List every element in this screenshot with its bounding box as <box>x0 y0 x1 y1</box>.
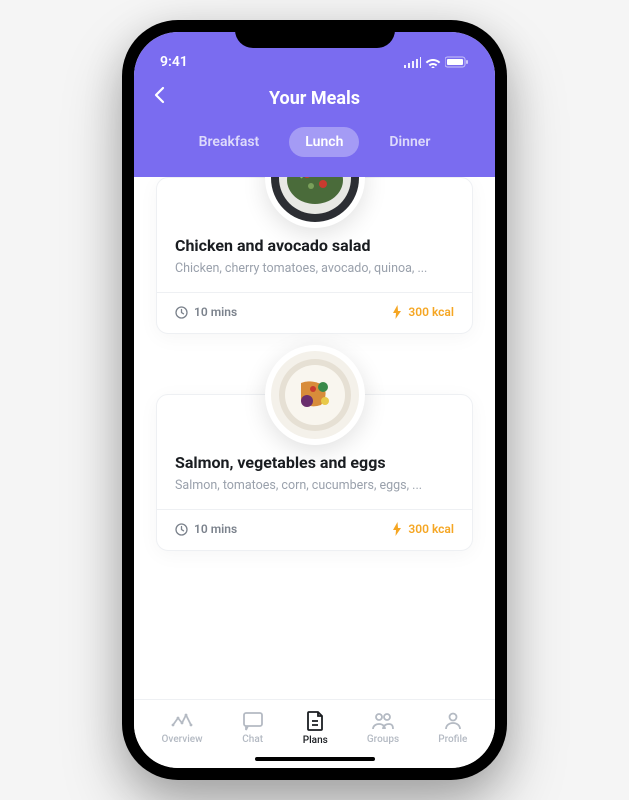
meal-photo-frame <box>265 345 365 445</box>
nav-plans[interactable]: Plans <box>303 710 328 746</box>
overview-icon <box>171 711 193 731</box>
nav-label: Plans <box>303 735 328 746</box>
clock-icon <box>175 523 188 536</box>
battery-icon <box>445 56 469 68</box>
meal-time: 10 mins <box>175 522 237 536</box>
title-row: Your Meals <box>134 74 495 119</box>
status-indicators <box>403 56 469 68</box>
meal-photo <box>271 351 359 439</box>
meal-meta: 10 mins 300 kcal <box>175 522 454 536</box>
status-bar: 9:41 <box>134 50 495 74</box>
meal-time: 10 mins <box>175 305 237 319</box>
chevron-left-icon <box>154 86 165 104</box>
meal-title: Chicken and avocado salad <box>175 236 454 255</box>
meal-ingredients: Salmon, tomatoes, corn, cucumbers, eggs,… <box>175 478 454 493</box>
meal-ingredients: Chicken, cherry tomatoes, avocado, quino… <box>175 261 454 276</box>
home-indicator-bar <box>255 757 375 761</box>
profile-icon <box>443 711 463 731</box>
home-indicator[interactable] <box>134 750 495 768</box>
meal-meta: 10 mins 300 kcal <box>175 305 454 319</box>
meal-time-value: 10 mins <box>194 522 237 536</box>
meal-list: Chicken and avocado salad Chicken, cherr… <box>134 177 495 699</box>
meal-kcal: 300 kcal <box>392 522 454 536</box>
tab-dinner[interactable]: Dinner <box>373 127 446 157</box>
divider <box>157 509 472 510</box>
page-title: Your Meals <box>269 88 360 109</box>
bolt-icon <box>392 522 402 536</box>
nav-profile[interactable]: Profile <box>438 711 467 745</box>
phone-notch <box>235 20 395 48</box>
bottom-nav: Overview Chat Plans Groups Profile <box>134 699 495 750</box>
divider <box>157 292 472 293</box>
meal-card[interactable]: Chicken and avocado salad Chicken, cherr… <box>156 177 473 334</box>
status-time: 9:41 <box>160 54 188 70</box>
nav-label: Groups <box>367 734 399 745</box>
clock-icon <box>175 306 188 319</box>
nav-label: Chat <box>242 734 263 745</box>
back-button[interactable] <box>154 86 165 108</box>
meal-title: Salmon, vegetables and eggs <box>175 453 454 472</box>
nav-overview[interactable]: Overview <box>162 711 203 745</box>
meal-kcal: 300 kcal <box>392 305 454 319</box>
plans-icon <box>305 710 325 732</box>
nav-groups[interactable]: Groups <box>367 711 399 745</box>
bolt-icon <box>392 305 402 319</box>
meal-photo <box>271 177 359 222</box>
tab-breakfast[interactable]: Breakfast <box>183 127 276 157</box>
tab-lunch[interactable]: Lunch <box>289 127 359 157</box>
wifi-icon <box>425 56 441 68</box>
meal-tabs: Breakfast Lunch Dinner <box>134 119 495 157</box>
screen: 9:41 Your Meals Breakfast Lunch Dinner <box>134 32 495 768</box>
meal-card[interactable]: Salmon, vegetables and eggs Salmon, toma… <box>156 394 473 551</box>
nav-label: Profile <box>438 734 467 745</box>
signal-icon <box>403 57 421 68</box>
chat-icon <box>242 711 264 731</box>
meal-time-value: 10 mins <box>194 305 237 319</box>
phone-frame: 9:41 Your Meals Breakfast Lunch Dinner <box>122 20 507 780</box>
groups-icon <box>371 711 395 731</box>
nav-label: Overview <box>162 734 203 745</box>
nav-chat[interactable]: Chat <box>242 711 264 745</box>
meal-kcal-value: 300 kcal <box>408 305 454 319</box>
meal-kcal-value: 300 kcal <box>408 522 454 536</box>
meal-photo-frame <box>265 177 365 228</box>
